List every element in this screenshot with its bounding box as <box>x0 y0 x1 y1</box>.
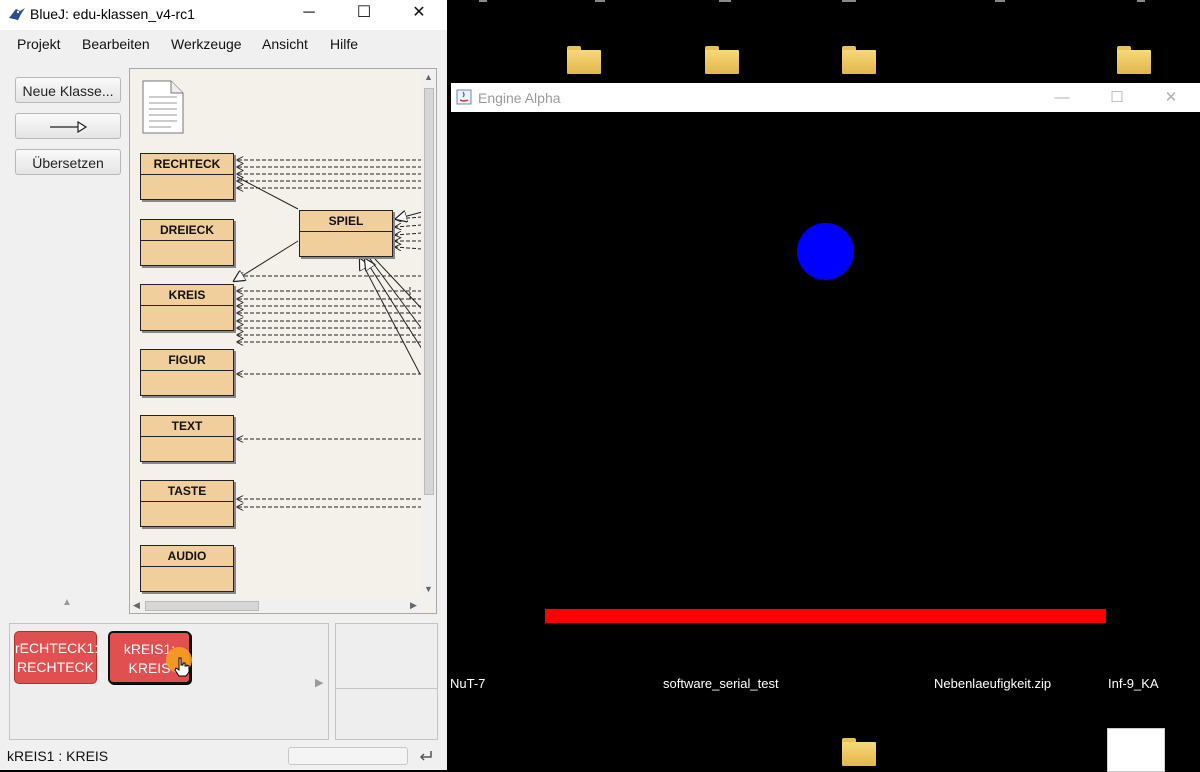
desktop-document-icon[interactable] <box>1107 728 1165 772</box>
code-pad-panel[interactable] <box>335 623 438 740</box>
scroll-left-icon[interactable]: ◀ <box>133 600 140 611</box>
game-ball <box>797 223 854 280</box>
menu-bearbeiten[interactable]: Bearbeiten <box>82 36 150 52</box>
object-bench[interactable]: rECHTECK1: RECHTECK kREIS1: KREIS ▶ <box>9 623 329 740</box>
class-figur[interactable]: FIGUR <box>140 349 234 396</box>
desktop-label-serial[interactable]: software_serial_test <box>663 676 779 691</box>
class-kreis[interactable]: KREIS <box>140 284 234 331</box>
menu-ansicht[interactable]: Ansicht <box>262 36 308 52</box>
maximize-button[interactable]: ☐ <box>341 0 387 28</box>
java-icon <box>456 89 472 105</box>
scroll-up-icon[interactable]: ▲ <box>424 72 433 82</box>
minimize-button[interactable]: ─ <box>286 0 332 28</box>
class-audio[interactable]: AUDIO <box>140 545 234 592</box>
object-name: rECHTECK1: <box>15 640 99 656</box>
arrow-icon <box>50 120 88 134</box>
close-button[interactable]: ✕ <box>396 0 442 28</box>
class-text[interactable]: TEXT <box>140 415 234 462</box>
hand-cursor-icon <box>174 657 190 677</box>
status-text: kREIS1 : KREIS <box>7 748 109 764</box>
bluej-bird-icon <box>9 8 25 20</box>
minimize-button[interactable]: — <box>1042 87 1082 109</box>
desktop-label-fragment <box>995 0 1005 2</box>
menu-werkzeuge[interactable]: Werkzeuge <box>171 36 242 52</box>
desktop-label-fragment <box>719 0 731 2</box>
new-class-button[interactable]: Neue Klasse... <box>15 77 121 103</box>
scroll-down-icon[interactable]: ▼ <box>424 584 433 594</box>
vertical-scrollbar[interactable]: ▲ ▼ <box>421 70 435 598</box>
engine-alpha-window: Engine Alpha — ☐ ✕ <box>451 83 1200 673</box>
compile-button[interactable]: Übersetzen <box>15 149 121 175</box>
class-spiel[interactable]: SPIEL <box>299 210 393 257</box>
status-bar: kREIS1 : KREIS <box>0 742 447 770</box>
horizontal-scroll-thumb[interactable] <box>145 601 259 611</box>
bench-scroll-right-icon[interactable]: ▶ <box>315 676 323 689</box>
window-title: BlueJ: edu-klassen_v4-rc1 <box>30 6 195 22</box>
class-taste[interactable]: TASTE <box>140 480 234 527</box>
close-button[interactable]: ✕ <box>1151 87 1191 109</box>
class-dreieck[interactable]: DREIECK <box>140 219 234 266</box>
panel-divider <box>336 688 437 689</box>
game-canvas[interactable] <box>451 112 1200 673</box>
reset-machine-icon[interactable] <box>418 749 434 763</box>
desktop-folder-icon[interactable] <box>705 46 739 74</box>
desktop-label-ka[interactable]: Inf-9_KA <box>1108 676 1159 691</box>
desktop-label-fragment <box>1137 0 1145 2</box>
desktop-folder-icon[interactable] <box>842 46 876 74</box>
desktop-label-fragment <box>595 0 605 2</box>
vertical-scroll-thumb[interactable] <box>424 88 434 495</box>
game-paddle <box>545 609 1106 623</box>
object-rechteck1[interactable]: rECHTECK1: RECHTECK <box>14 631 99 684</box>
class-diagram[interactable]: RECHTECK DREIECK KREIS FIGUR TEXT TASTE … <box>129 68 437 614</box>
maximize-button[interactable]: ☐ <box>1097 87 1137 109</box>
desktop-label-zip[interactable]: Nebenlaeufigkeit.zip <box>934 676 1051 691</box>
bench-collapse-icon[interactable]: ▲ <box>62 597 72 608</box>
dependency-arrows <box>130 69 423 614</box>
menu-projekt[interactable]: Projekt <box>17 36 61 52</box>
readme-document-icon[interactable] <box>141 79 185 135</box>
class-rechteck[interactable]: RECHTECK <box>140 153 234 200</box>
desktop-folder-icon[interactable] <box>842 738 876 766</box>
desktop-label-fragment <box>842 0 856 2</box>
bluej-window: BlueJ: edu-klassen_v4-rc1 ─ ☐ ✕ Projekt … <box>0 0 447 770</box>
scroll-right-icon[interactable]: ▶ <box>410 600 417 611</box>
desktop-label-fragment <box>479 0 487 2</box>
desktop-label-nut[interactable]: NuT-7 <box>450 676 485 691</box>
object-type: RECHTECK <box>16 659 94 675</box>
desktop-folder-icon[interactable] <box>1117 46 1151 74</box>
engine-alpha-titlebar[interactable]: Engine Alpha — ☐ ✕ <box>451 83 1200 112</box>
horizontal-scrollbar[interactable]: ◀ ▶ <box>131 598 421 612</box>
progress-field <box>288 747 408 765</box>
engine-alpha-title: Engine Alpha <box>478 90 561 106</box>
bluej-titlebar[interactable]: BlueJ: edu-klassen_v4-rc1 ─ ☐ ✕ <box>0 0 447 30</box>
menu-bar: Projekt Bearbeiten Werkzeuge Ansicht Hil… <box>0 30 447 58</box>
inheritance-arrow-button[interactable] <box>15 113 121 139</box>
desktop-folder-icon[interactable] <box>567 46 601 74</box>
menu-hilfe[interactable]: Hilfe <box>330 36 358 52</box>
